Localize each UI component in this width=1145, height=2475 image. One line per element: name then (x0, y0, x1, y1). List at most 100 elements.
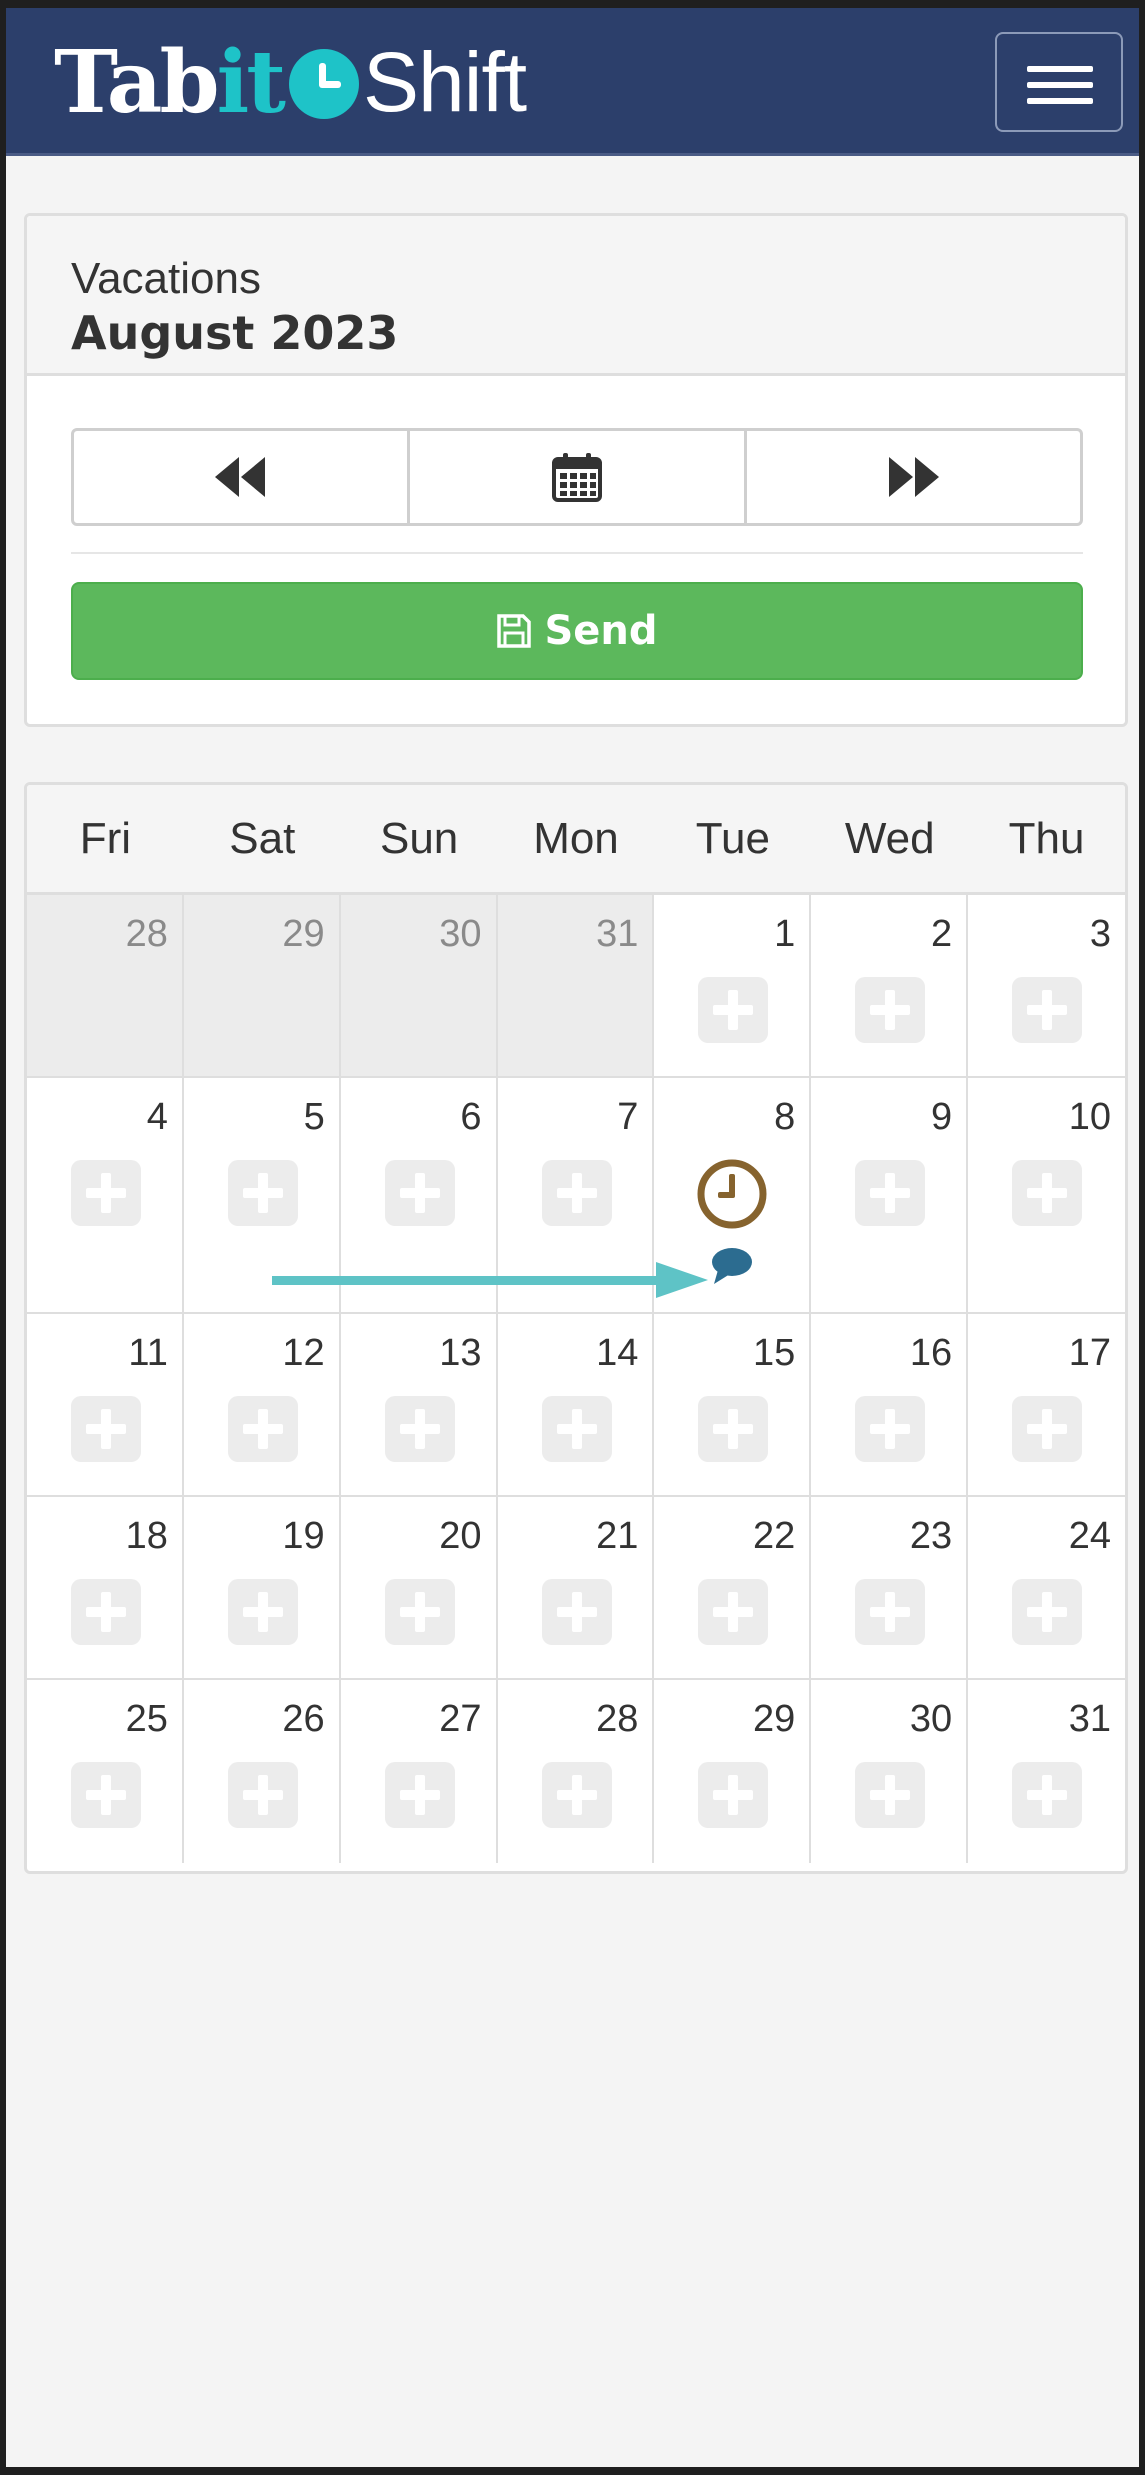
day-number: 21 (596, 1515, 639, 1557)
day-number: 13 (439, 1332, 482, 1374)
calendar-day-cell: 28 (27, 895, 184, 1076)
calendar-day-cell[interactable]: 27 (341, 1680, 498, 1863)
calendar-day-cell: 30 (340, 895, 498, 1076)
day-number: 24 (1068, 1515, 1111, 1557)
day-number: 22 (753, 1515, 796, 1557)
day-number: 27 (439, 1698, 482, 1740)
calendar-day-cell[interactable]: 10 (968, 1078, 1125, 1312)
hamburger-line (1027, 82, 1093, 88)
add-vacation-icon[interactable] (541, 1579, 612, 1645)
day-number: 30 (909, 1698, 953, 1740)
add-vacation-icon[interactable] (71, 1160, 141, 1226)
calendar-day-cell[interactable]: 14 (498, 1314, 655, 1495)
add-vacation-icon[interactable] (227, 1762, 298, 1828)
add-vacation-icon[interactable] (384, 1762, 455, 1828)
calendar-day-cell[interactable]: 24 (968, 1497, 1125, 1678)
calendar-icon (551, 453, 602, 502)
calendar-day-cell[interactable]: 18 (27, 1497, 184, 1678)
calendar-day-cell[interactable]: 29 (654, 1680, 812, 1863)
panel-header: Vacations August 2023 (27, 216, 1125, 376)
add-vacation-icon[interactable] (541, 1396, 612, 1462)
floppy-disk-icon (497, 614, 532, 648)
day-number: 6 (460, 1096, 482, 1138)
day-number: 30 (439, 913, 482, 955)
calendar-week-row: 11 12 13 14 15 16 17 (27, 1314, 1125, 1497)
calendar-day-cell[interactable]: 30 (811, 1680, 969, 1863)
add-vacation-icon[interactable] (71, 1579, 141, 1645)
panel-divider (71, 552, 1083, 554)
weekday-label: Wed (844, 813, 935, 863)
add-vacation-icon[interactable] (71, 1396, 141, 1462)
calendar-day-cell[interactable]: 28 (498, 1680, 655, 1863)
hamburger-line (1027, 98, 1093, 104)
calendar-day-cell[interactable]: 3 (968, 895, 1125, 1076)
weekday-label: Thu (1008, 813, 1085, 863)
add-vacation-icon[interactable] (698, 1396, 769, 1462)
calendar-week-row: 28 29 30 31 1 2 3 (27, 895, 1125, 1078)
calendar-day-cell[interactable]: 23 (811, 1497, 969, 1678)
add-vacation-icon[interactable] (384, 1396, 455, 1462)
day-number: 1 (774, 913, 796, 955)
weekday-label: Fri (79, 813, 132, 863)
day-number: 19 (282, 1515, 325, 1557)
calendar-day-cell[interactable]: 4 (27, 1078, 184, 1312)
calendar-day-cell[interactable]: 31 (968, 1680, 1125, 1863)
calendar-day-cell[interactable]: 26 (184, 1680, 341, 1863)
brand-it-text: it (216, 31, 286, 133)
weekday-label: Mon (533, 813, 619, 863)
add-vacation-icon[interactable] (1012, 1396, 1083, 1462)
day-number: 31 (596, 913, 639, 955)
add-vacation-icon[interactable] (855, 1160, 926, 1226)
calendar-day-cell[interactable]: 20 (341, 1497, 498, 1678)
add-vacation-icon[interactable] (1012, 1579, 1083, 1645)
calendar-day-cell[interactable]: 17 (968, 1314, 1125, 1495)
add-vacation-icon[interactable] (227, 1579, 298, 1645)
add-vacation-icon[interactable] (1012, 1160, 1083, 1226)
add-vacation-icon[interactable] (855, 1762, 926, 1828)
calendar-day-cell[interactable]: 16 (811, 1314, 969, 1495)
comment-icon[interactable] (710, 1246, 754, 1286)
calendar-day-cell[interactable]: 19 (184, 1497, 341, 1678)
page-title: Vacations (71, 254, 261, 303)
menu-toggle-button[interactable] (995, 32, 1123, 132)
add-vacation-icon[interactable] (71, 1762, 141, 1828)
add-vacation-icon[interactable] (384, 1160, 455, 1226)
calendar-day-cell[interactable]: 12 (184, 1314, 341, 1495)
next-month-button[interactable] (747, 431, 1080, 523)
day-number: 28 (125, 913, 168, 955)
add-vacation-icon[interactable] (1012, 1762, 1083, 1828)
calendar-day-cell[interactable]: 25 (27, 1680, 184, 1863)
brand-logo[interactable]: Tab it Shift (54, 31, 527, 133)
calendar-day-cell[interactable]: 21 (498, 1497, 655, 1678)
calendar-day-cell[interactable]: 1 (654, 895, 812, 1076)
add-vacation-icon[interactable] (855, 977, 926, 1043)
add-vacation-icon[interactable] (384, 1579, 455, 1645)
add-vacation-icon[interactable] (855, 1396, 926, 1462)
send-button[interactable]: Send (71, 582, 1083, 680)
calendar-day-cell[interactable]: 11 (27, 1314, 184, 1495)
add-vacation-icon[interactable] (541, 1762, 612, 1828)
add-vacation-icon[interactable] (698, 1762, 769, 1828)
day-number: 23 (909, 1515, 953, 1557)
previous-month-button[interactable] (74, 431, 411, 523)
add-vacation-icon[interactable] (855, 1579, 926, 1645)
add-vacation-icon[interactable] (227, 1396, 298, 1462)
calendar-day-cell[interactable]: 13 (341, 1314, 498, 1495)
calendar-day-cell[interactable]: 15 (654, 1314, 812, 1495)
calendar-day-cell: 29 (183, 895, 341, 1076)
calendar-day-cell[interactable]: 22 (654, 1497, 812, 1678)
calendar-week-row: 18 19 20 21 22 23 24 (27, 1497, 1125, 1680)
add-vacation-icon[interactable] (1012, 977, 1083, 1043)
add-vacation-icon[interactable] (698, 977, 769, 1043)
calendar-day-cell[interactable]: 2 (811, 895, 969, 1076)
add-vacation-icon[interactable] (227, 1160, 298, 1226)
calendar-day-cell[interactable]: 9 (811, 1078, 969, 1312)
day-number: 29 (282, 913, 325, 955)
clock-icon[interactable] (696, 1158, 768, 1230)
brand-shift-text: Shift (363, 34, 527, 129)
select-month-button[interactable] (410, 431, 747, 523)
day-number: 14 (596, 1332, 639, 1374)
add-vacation-icon[interactable] (541, 1160, 612, 1226)
month-navigation (71, 428, 1083, 526)
add-vacation-icon[interactable] (698, 1579, 769, 1645)
